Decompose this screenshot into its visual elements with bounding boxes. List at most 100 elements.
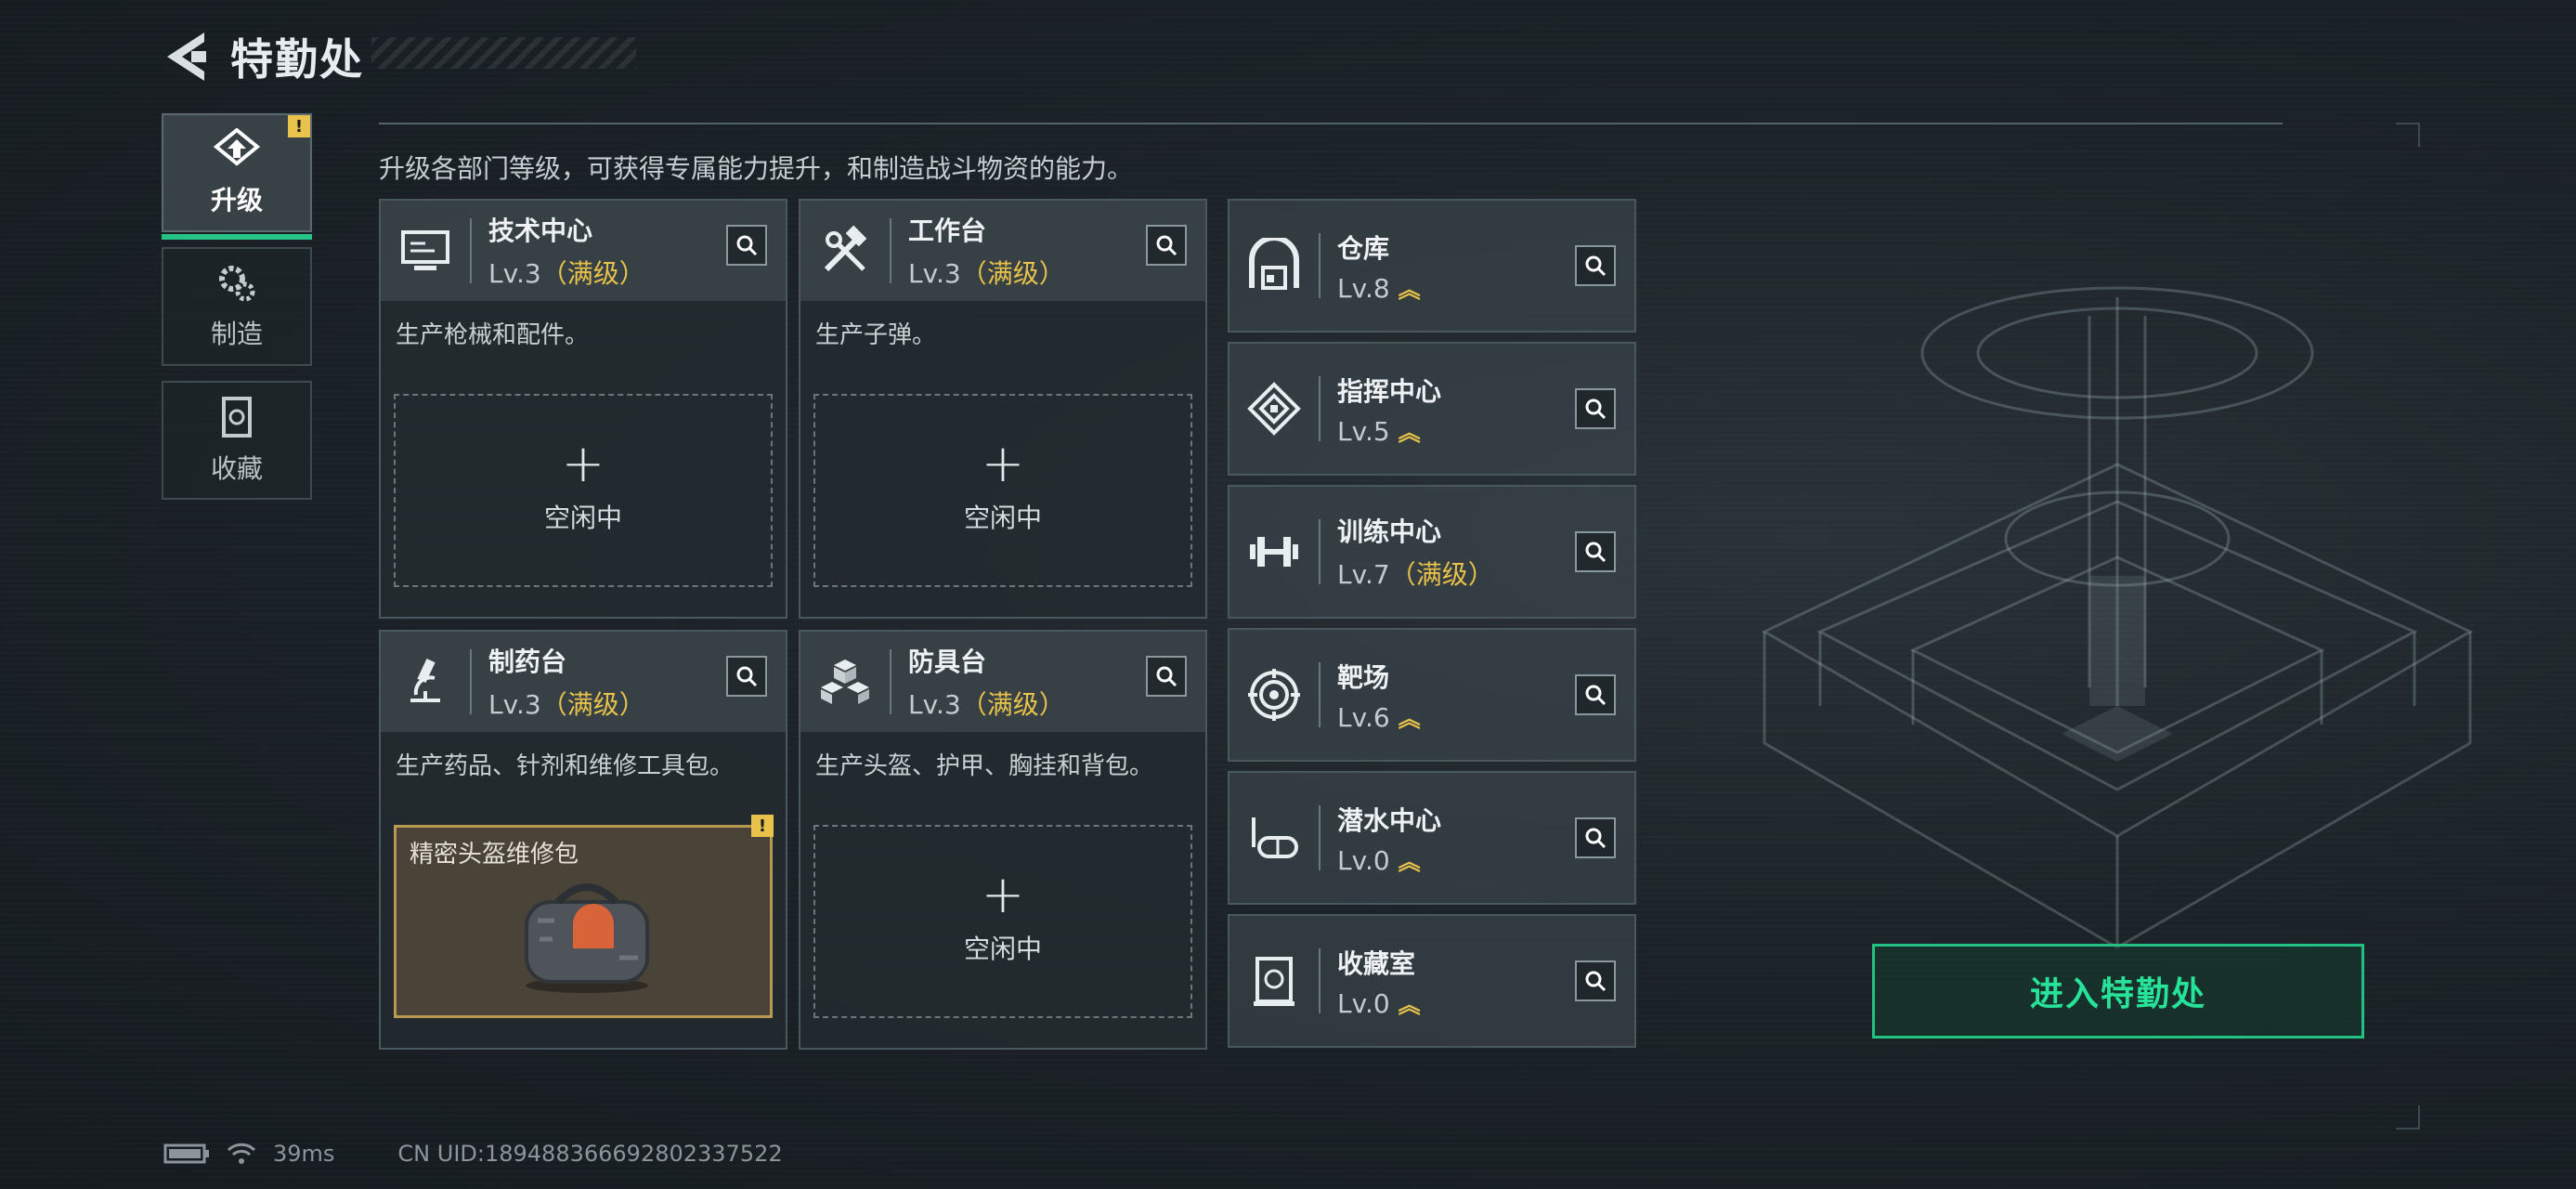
- tab-upgrade[interactable]: ! 升级: [162, 113, 312, 240]
- battery-icon: [163, 1143, 209, 1164]
- wifi-icon: [227, 1143, 256, 1164]
- upgrade-icon: [213, 128, 261, 166]
- plus-icon: +: [561, 434, 605, 494]
- facility-card-command-center[interactable]: 指挥中心 Lv.5 ︽: [1228, 342, 1636, 476]
- facility-description: 生产子弹。: [815, 321, 937, 349]
- user-uid: CN UID:18948836669280233752​2: [397, 1141, 783, 1167]
- facility-level: Lv.3（满级）: [488, 689, 645, 720]
- search-button[interactable]: [726, 225, 767, 266]
- facility-name: 收藏室: [1337, 947, 1416, 979]
- search-icon: [736, 666, 758, 687]
- back-button[interactable]: [163, 29, 208, 85]
- title-decoration: [371, 37, 636, 69]
- search-icon: [1156, 666, 1177, 687]
- upgrade-chevron-icon: ︽: [1398, 848, 1421, 875]
- command-center-icon: [1229, 342, 1319, 476]
- facility-description: 生产头盔、护甲、胸挂和背包。: [815, 752, 1154, 780]
- facility-card-diving-center[interactable]: 潜水中心 Lv.0 ︽: [1228, 771, 1636, 905]
- facility-name: 指挥中心: [1337, 375, 1442, 407]
- facility-card-shooting-range[interactable]: 靶场 Lv.6 ︽: [1228, 628, 1636, 762]
- collection-room-icon: [1229, 914, 1319, 1048]
- production-slot[interactable]: + 空闲中: [394, 394, 773, 587]
- microscope-icon: [381, 632, 470, 732]
- search-icon: [1585, 685, 1607, 706]
- facility-name: 仓库: [1337, 232, 1390, 264]
- gears-icon: [219, 266, 255, 302]
- facility-level: Lv.0 ︽: [1337, 844, 1421, 876]
- collection-icon: [222, 397, 252, 438]
- tab-label: 制造: [210, 319, 263, 349]
- search-button[interactable]: [1146, 225, 1187, 266]
- facility-level: Lv.3（满级）: [488, 258, 645, 289]
- frame-corner: [2396, 123, 2420, 147]
- facility-description: 生产药品、针剂和维修工具包。: [396, 752, 735, 780]
- facility-name: 防具台: [908, 647, 987, 677]
- facility-level: Lv.8 ︽: [1337, 272, 1421, 304]
- card-header: 防具台 Lv.3（满级）: [800, 632, 1205, 732]
- search-icon: [1585, 255, 1607, 277]
- workshop-card-pharmacy[interactable]: 制药台 Lv.3（满级） 生产药品、针剂和维修工具包。 精密头盔维修包 !: [379, 630, 787, 1050]
- item-name: 精密头盔维修包: [410, 841, 579, 869]
- repair-kit-bag-icon: [525, 883, 649, 993]
- armor-boxes-icon: [800, 632, 890, 732]
- card-header: 制药台 Lv.3（满级）: [381, 632, 786, 732]
- card-header: 技术中心 Lv.3（满级）: [381, 201, 786, 301]
- facility-level: Lv.6 ︽: [1337, 701, 1421, 733]
- facility-level: Lv.3（满级）: [908, 689, 1065, 720]
- plus-icon: +: [981, 865, 1025, 925]
- search-icon: [1585, 399, 1607, 420]
- facility-card-warehouse[interactable]: 仓库 Lv.8 ︽: [1228, 199, 1636, 333]
- page-title: 特勤处: [230, 34, 364, 85]
- warehouse-icon: [1229, 199, 1319, 333]
- tech-center-icon: [381, 201, 470, 301]
- back-chevron-icon: [167, 33, 206, 81]
- card-header: 工作台 Lv.3（满级）: [800, 201, 1205, 301]
- search-button[interactable]: [1575, 817, 1616, 858]
- facility-card-training-center[interactable]: 训练中心 Lv.7（满级）: [1228, 485, 1636, 619]
- facility-level: Lv.7（满级）: [1337, 559, 1494, 590]
- slot-status: 空闲中: [543, 503, 622, 533]
- hammer-wrench-icon: [800, 201, 890, 301]
- search-icon: [1585, 542, 1607, 563]
- tab-collection[interactable]: 收藏: [162, 381, 312, 500]
- dumbbell-icon: [1229, 485, 1319, 619]
- upgrade-chevron-icon: ︽: [1398, 991, 1421, 1018]
- enter-button-label: 进入特勤处: [2029, 975, 2206, 1013]
- alert-badge: !: [751, 815, 774, 837]
- production-slot[interactable]: + 空闲中: [813, 394, 1192, 587]
- facility-level: Lv.3（满级）: [908, 258, 1065, 289]
- slot-status: 空闲中: [963, 503, 1042, 533]
- facility-name: 潜水中心: [1337, 804, 1442, 836]
- search-button[interactable]: [1575, 388, 1616, 429]
- plus-icon: +: [981, 434, 1025, 494]
- production-slot-item[interactable]: 精密头盔维修包 !: [394, 815, 774, 1018]
- facility-level: Lv.0 ︽: [1337, 987, 1421, 1019]
- page-description: 升级各部门等级，可获得专属能力提升，和制造战斗物资的能力。: [379, 153, 1134, 184]
- upgrade-chevron-icon: ︽: [1398, 276, 1421, 303]
- diving-mask-icon: [1229, 771, 1319, 905]
- search-button[interactable]: [1575, 674, 1616, 715]
- enter-special-ops-button[interactable]: 进入特勤处: [1872, 944, 2364, 1039]
- search-button[interactable]: [1575, 245, 1616, 286]
- target-icon: [1229, 628, 1319, 762]
- workshop-card-workbench[interactable]: 工作台 Lv.3（满级） 生产子弹。 + 空闲中: [799, 199, 1207, 619]
- tab-craft[interactable]: 制造: [162, 247, 312, 366]
- facility-card-collection-room[interactable]: 收藏室 Lv.0 ︽: [1228, 914, 1636, 1048]
- tab-label: 升级: [210, 185, 263, 216]
- facility-name: 工作台: [908, 216, 987, 246]
- header: 特勤处: [163, 26, 364, 87]
- status-bar: 39ms CN UID:18948836669280233752​2: [163, 1141, 783, 1167]
- facility-name: 训练中心: [1337, 516, 1442, 547]
- search-button[interactable]: [1575, 960, 1616, 1001]
- workshop-card-tech-center[interactable]: 技术中心 Lv.3（满级） 生产枪械和配件。 + 空闲中: [379, 199, 787, 619]
- upgrade-chevron-icon: ︽: [1398, 705, 1421, 732]
- search-icon: [1156, 235, 1177, 256]
- search-button[interactable]: [1575, 531, 1616, 572]
- production-slot[interactable]: + 空闲中: [813, 825, 1192, 1018]
- search-button[interactable]: [726, 656, 767, 697]
- search-button[interactable]: [1146, 656, 1187, 697]
- search-icon: [1585, 828, 1607, 849]
- upgrade-chevron-icon: ︽: [1398, 419, 1421, 446]
- divider: [379, 123, 2283, 124]
- workshop-card-armor-bench[interactable]: 防具台 Lv.3（满级） 生产头盔、护甲、胸挂和背包。 + 空闲中: [799, 630, 1207, 1050]
